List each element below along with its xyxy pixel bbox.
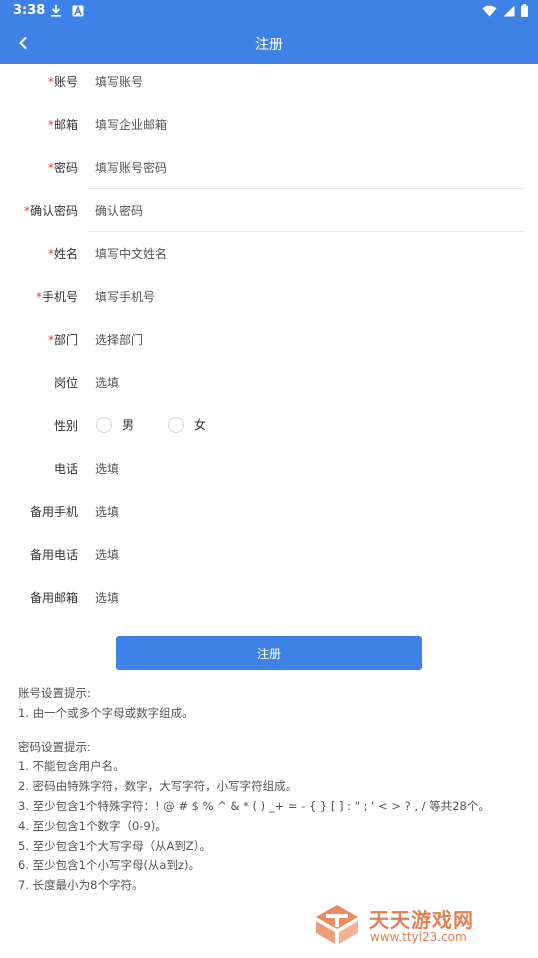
status-time: 3:38 bbox=[13, 3, 46, 18]
confirm-password-row: *确认密码 bbox=[0, 189, 538, 232]
gender-label: 性别 bbox=[53, 419, 78, 433]
watermark: 天天游戏网 www.ttyl23.com bbox=[312, 902, 512, 948]
gender-male-radio[interactable]: 男 bbox=[96, 416, 134, 433]
account-label: *账号 bbox=[47, 75, 78, 89]
register-button[interactable]: 注册 bbox=[116, 636, 422, 670]
backup-mobile-row: 备用手机 bbox=[0, 490, 538, 533]
watermark-name: 天天游戏网 bbox=[369, 908, 474, 932]
password-tips-title: 密码设置提示: bbox=[18, 739, 91, 754]
signal-icon bbox=[503, 5, 515, 16]
gender-row: 性别 男 女 bbox=[0, 404, 538, 447]
account-tip-line: 1. 由一个或多个字母或数字组成。 bbox=[18, 705, 194, 720]
password-tip-line: 1. 不能包含用户名。 bbox=[18, 759, 125, 774]
backup-phone-label: 备用电话 bbox=[29, 548, 78, 562]
tips-section: 账号设置提示: 1. 由一个或多个字母或数字组成。 密码设置提示: 1. 不能包… bbox=[18, 684, 528, 896]
position-label: 岗位 bbox=[53, 376, 78, 390]
name-row: *姓名 bbox=[0, 232, 538, 275]
a-badge-icon bbox=[72, 4, 84, 16]
password-row: *密码 bbox=[0, 146, 538, 189]
mobile-input[interactable] bbox=[88, 280, 524, 314]
page-title: 注册 bbox=[255, 37, 283, 53]
app-bar: 注册 bbox=[0, 22, 538, 64]
email-row: *邮箱 bbox=[0, 103, 538, 146]
gender-radio-group: 男 女 bbox=[96, 416, 240, 433]
phone-input[interactable] bbox=[88, 452, 524, 486]
backup-phone-input[interactable] bbox=[88, 538, 524, 572]
backup-email-row: 备用邮箱 bbox=[0, 576, 538, 619]
department-select[interactable] bbox=[88, 323, 524, 357]
download-icon bbox=[51, 5, 61, 17]
password-input[interactable] bbox=[88, 151, 524, 185]
account-row: *账号 bbox=[0, 60, 538, 103]
register-form: *账号 *邮箱 *密码 *确认密码 *姓名 *手机号 *部门 岗位 性别 男 bbox=[0, 60, 538, 619]
email-input[interactable] bbox=[88, 108, 524, 142]
password-tip-line: 6. 至少包含1个小写字母(从a到z)。 bbox=[18, 858, 200, 873]
watermark-logo-icon bbox=[316, 905, 358, 944]
gender-male-label: 男 bbox=[122, 418, 135, 432]
department-row: *部门 bbox=[0, 318, 538, 361]
backup-mobile-label: 备用手机 bbox=[29, 505, 78, 519]
backup-phone-row: 备用电话 bbox=[0, 533, 538, 576]
radio-circle-icon bbox=[168, 416, 185, 433]
status-bar: 3:38 bbox=[0, 0, 538, 22]
radio-circle-icon bbox=[96, 416, 112, 433]
watermark-url: www.ttyl23.com bbox=[370, 930, 467, 944]
gender-female-radio[interactable]: 女 bbox=[168, 416, 206, 433]
phone-row: 电话 bbox=[0, 447, 538, 490]
email-label: *邮箱 bbox=[47, 118, 78, 132]
backup-email-label: 备用邮箱 bbox=[29, 591, 78, 605]
position-input[interactable] bbox=[88, 366, 524, 400]
position-row: 岗位 bbox=[0, 361, 538, 404]
password-tip-line: 5. 至少包含1个大写字母（从A到Z）。 bbox=[18, 838, 211, 853]
name-label: *姓名 bbox=[47, 247, 78, 261]
mobile-label: *手机号 bbox=[35, 290, 78, 304]
gender-female-label: 女 bbox=[194, 418, 207, 432]
password-tip-line: 2. 密码由特殊字符，数字，大写字符，小写字符组成。 bbox=[18, 779, 298, 794]
name-input[interactable] bbox=[88, 237, 524, 271]
backup-email-input[interactable] bbox=[88, 581, 524, 615]
password-tip-line: 7. 长度最小为8个字符。 bbox=[18, 878, 144, 893]
wifi-icon bbox=[482, 5, 497, 17]
backup-mobile-input[interactable] bbox=[88, 495, 524, 529]
password-tip-line: 4. 至少包含1个数字（0-9)。 bbox=[18, 818, 167, 833]
password-tip-line: 3. 至少包含1个特殊字符：! @ # $ % ^ & * ( ) _+ = -… bbox=[18, 798, 490, 813]
account-tips-title: 账号设置提示: bbox=[18, 686, 91, 700]
password-label: *密码 bbox=[47, 161, 78, 175]
battery-icon bbox=[521, 4, 528, 17]
mobile-row: *手机号 bbox=[0, 275, 538, 318]
phone-label: 电话 bbox=[53, 462, 78, 476]
confirm-password-input[interactable] bbox=[88, 194, 524, 228]
department-label: *部门 bbox=[47, 333, 78, 347]
confirm-password-label: *确认密码 bbox=[23, 204, 78, 218]
account-input[interactable] bbox=[88, 65, 524, 99]
